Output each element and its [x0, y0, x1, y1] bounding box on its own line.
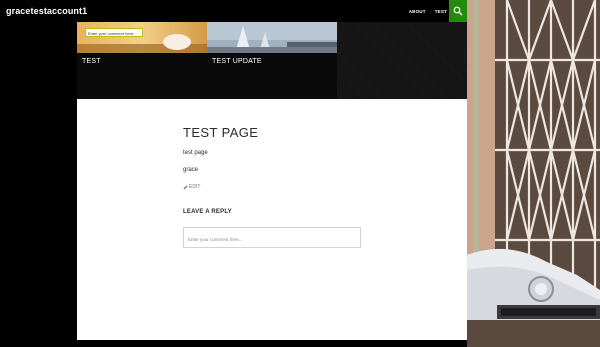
nav-item-about[interactable]: ABOUT: [409, 9, 426, 14]
page-paragraph: test page: [183, 150, 208, 156]
footer-strip: [77, 340, 467, 347]
search-icon: [453, 6, 463, 16]
edit-link[interactable]: EDIT: [183, 184, 200, 190]
comment-input[interactable]: [184, 234, 360, 253]
primary-nav: ABOUT TEST: [409, 9, 447, 14]
nav-item-test[interactable]: TEST: [435, 9, 447, 14]
edit-label[interactable]: EDIT: [189, 184, 200, 190]
comment-box[interactable]: [183, 227, 361, 253]
featured-thumbnail: [77, 22, 207, 53]
featured-post-title[interactable]: TEST UPDATE: [212, 58, 262, 65]
background-image: [467, 0, 600, 347]
leave-reply-heading: LEAVE A REPLY: [183, 209, 232, 215]
search-button[interactable]: [449, 0, 467, 22]
featured-content: Enter your comment here... TEST TEST UPD…: [77, 22, 467, 99]
featured-post-title[interactable]: TEST: [82, 58, 101, 65]
featured-post-test-update[interactable]: TEST UPDATE: [207, 22, 337, 99]
comment-tooltip: Enter your comment here...: [85, 28, 143, 37]
left-sidebar: [0, 24, 77, 347]
site-header: gracetestaccount1 ABOUT TEST: [0, 0, 467, 24]
featured-pattern-panel: [337, 22, 467, 99]
pencil-icon: [183, 185, 188, 189]
page-title: TEST PAGE: [183, 125, 259, 140]
featured-thumbnail: [207, 22, 337, 53]
featured-post-test[interactable]: Enter your comment here... TEST: [77, 22, 207, 99]
main-content: TEST PAGE test page grace EDIT LEAVE A R…: [77, 99, 467, 340]
page-paragraph: grace: [183, 167, 199, 173]
site-title[interactable]: gracetestaccount1: [6, 6, 87, 16]
